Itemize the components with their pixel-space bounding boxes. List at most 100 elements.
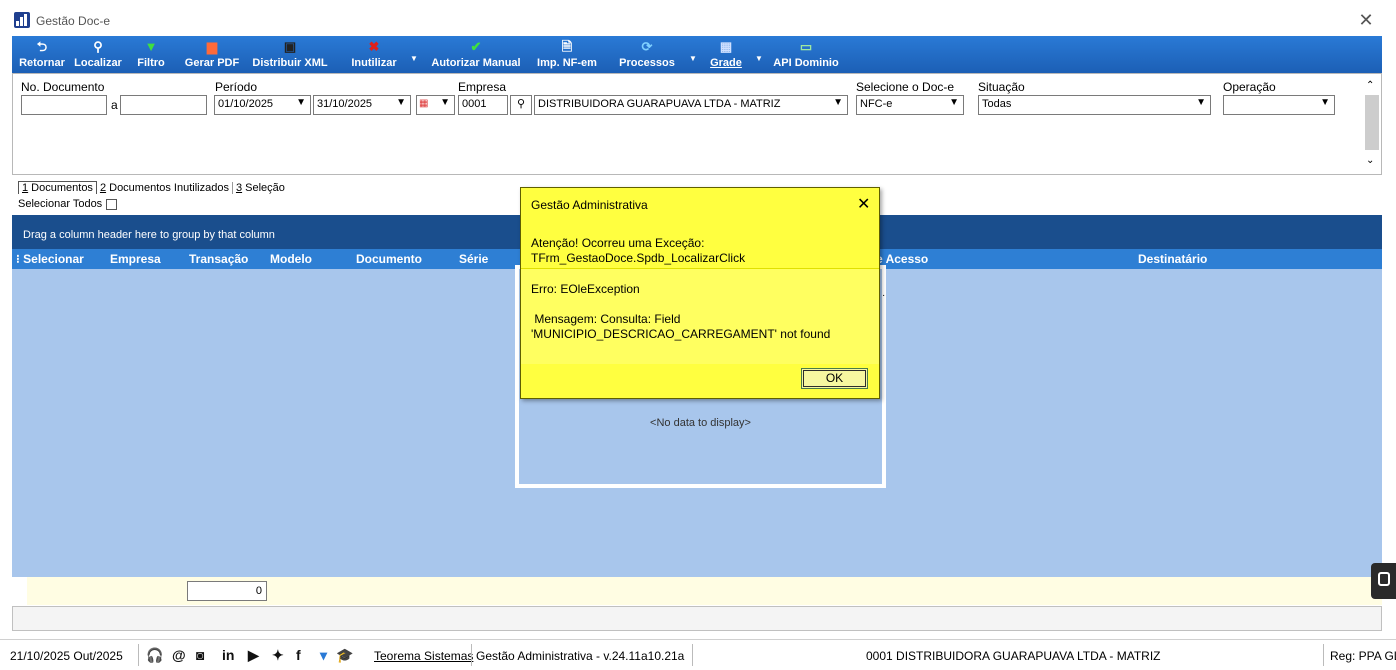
minus-icon: [1378, 572, 1390, 586]
chevron-down-icon: ▼: [1196, 97, 1206, 108]
periodo-label: Período: [215, 80, 258, 94]
dialog-error-type: Erro: EOleException: [531, 282, 640, 296]
operacao-label: Operação: [1223, 80, 1276, 94]
chevron-down-icon: ▼: [1320, 97, 1330, 108]
empresa-search-button[interactable]: ⚲: [510, 95, 532, 115]
dialog-close-icon[interactable]: ✕: [857, 194, 870, 214]
pdf-icon: ▆: [207, 39, 217, 54]
autorizar-manual-button[interactable]: ✔ Autorizar Manual: [424, 36, 528, 73]
check-icon: ✔: [470, 39, 482, 54]
youtube-icon[interactable]: ▶: [248, 647, 259, 664]
inutilizar-button[interactable]: ✖ Inutilizar: [344, 36, 404, 73]
scroll-up-icon[interactable]: ⌃: [1366, 80, 1374, 91]
calendar-icon: ▦: [419, 98, 429, 109]
no-data-text: <No data to display>: [650, 417, 751, 429]
side-panel-toggle[interactable]: [1371, 563, 1396, 599]
chevron-down-icon: ▼: [296, 97, 306, 108]
linkedin-icon[interactable]: in: [222, 647, 234, 663]
empresa-select[interactable]: DISTRIBUIDORA GUARAPUAVA LTDA - MATRIZ ▼: [534, 95, 848, 115]
teorema-sistemas-link[interactable]: Teorema Sistemas: [374, 649, 473, 663]
processos-dropdown-arrow[interactable]: ▼: [689, 54, 697, 63]
no-documento-label: No. Documento: [21, 80, 105, 94]
teorema-logo-icon: ▾: [320, 647, 328, 663]
status-version: Gestão Administrativa - v.24.11a10.21a: [476, 649, 685, 663]
status-panel: [12, 606, 1382, 631]
calendar-picker[interactable]: ▦ ▼: [416, 95, 455, 115]
red-x-icon: ✖: [368, 39, 380, 54]
app-chart-icon: [14, 12, 30, 28]
no-documento-to-input[interactable]: [120, 95, 207, 115]
select-all[interactable]: Selecionar Todos: [18, 198, 118, 210]
empresa-code-input[interactable]: 0001: [458, 95, 508, 115]
localizar-button[interactable]: ⚲ Localizar: [68, 36, 128, 73]
filtro-button[interactable]: ▼ Filtro: [128, 36, 174, 73]
chevron-down-icon: ▼: [833, 97, 843, 108]
operacao-select[interactable]: ▼: [1223, 95, 1335, 115]
grade-dropdown-arrow[interactable]: ▼: [755, 54, 763, 63]
facebook-icon[interactable]: f: [296, 647, 301, 663]
cycle-icon: ⟳: [641, 39, 653, 54]
grid-icon: ▦: [719, 39, 733, 54]
tab-documentos[interactable]: 1 Documentos: [18, 181, 97, 194]
range-separator: a: [111, 98, 118, 112]
api-icon: ▭: [799, 39, 813, 54]
col-modelo[interactable]: Modelo: [270, 252, 312, 266]
dialog-detail-panel: Erro: EOleException Mensagem: Consulta: …: [521, 268, 879, 364]
no-documento-from-input[interactable]: [21, 95, 107, 115]
toolbar: ⮌ Retornar ⚲ Localizar ▼ Filtro ▆ Gerar PDF …: [12, 36, 1382, 73]
return-arrow-icon: ⮌: [36, 39, 48, 54]
imp-nf-em-button[interactable]: 🗎 Imp. NF-em: [534, 36, 600, 73]
distribuir-xml-button[interactable]: ▣ Distribuir XML: [250, 36, 330, 73]
search-icon: ⚲: [93, 39, 103, 54]
error-dialog: Gestão Administrativa ✕ Atenção! Ocorreu…: [520, 187, 880, 399]
col-selecionar[interactable]: ⁝ Selecionar: [16, 252, 84, 266]
col-empresa[interactable]: Empresa: [110, 252, 161, 266]
gerar-pdf-button[interactable]: ▆ Gerar PDF: [178, 36, 246, 73]
window-title-bar: [0, 0, 1396, 36]
email-at-icon[interactable]: @: [172, 647, 186, 663]
save-disk-icon: ▣: [283, 39, 297, 54]
tab-selecao[interactable]: 3 Seleção: [233, 182, 288, 194]
grid-total-count: 0: [187, 581, 267, 601]
doc-e-label: Selecione o Doc-e: [856, 80, 955, 94]
select-all-checkbox[interactable]: [106, 198, 118, 210]
col-destinatario[interactable]: Destinatário: [1138, 252, 1207, 266]
document-icon: 🗎: [561, 39, 573, 54]
scroll-down-icon[interactable]: ⌄: [1366, 155, 1374, 166]
periodo-from-select[interactable]: 01/10/2025 ▼: [214, 95, 311, 115]
doc-e-select[interactable]: NFC-e ▼: [856, 95, 964, 115]
status-bar: 21/10/2025 Out/2025 🎧 @ ◙ in ▶ ✦ f ▾ 🎓 T…: [0, 639, 1396, 670]
col-transacao[interactable]: Transação: [189, 252, 248, 266]
situacao-select[interactable]: Todas ▼: [978, 95, 1211, 115]
mouse-cursor: ·: [882, 290, 886, 301]
status-company: 0001 DISTRIBUIDORA GUARAPUAVA LTDA - MAT…: [866, 649, 1161, 663]
search-icon: ⚲: [516, 98, 526, 110]
window-title: Gestão Doc-e: [36, 14, 111, 28]
graduation-cap-icon[interactable]: 🎓: [336, 647, 353, 664]
inutilizar-dropdown-arrow[interactable]: ▼: [410, 54, 418, 63]
col-serie[interactable]: Série: [459, 252, 488, 266]
periodo-to-select[interactable]: 31/10/2025 ▼: [313, 95, 411, 115]
twitter-icon[interactable]: ✦: [272, 647, 284, 664]
situacao-label: Situação: [978, 80, 1025, 94]
window-close-icon[interactable]: ✕: [1356, 10, 1376, 31]
tab-strip: 1 Documentos 2 Documentos Inutilizados 3 S…: [18, 181, 288, 194]
retornar-button[interactable]: ⮌ Retornar: [14, 36, 70, 73]
api-dominio-button[interactable]: ▭ API Dominio: [768, 36, 844, 73]
grade-button[interactable]: ▦ Grade: [706, 36, 746, 73]
dialog-title: Gestão Administrativa: [531, 198, 648, 212]
ok-button[interactable]: OK: [801, 368, 868, 389]
filter-scrollbar-thumb[interactable]: [1365, 95, 1379, 150]
status-reg: Reg: PPA GL: [1330, 649, 1396, 663]
status-date: 21/10/2025 Out/2025: [10, 649, 123, 663]
col-documento[interactable]: Documento: [356, 252, 422, 266]
col-chave-acesso[interactable]: e Acesso: [876, 252, 928, 266]
processos-button[interactable]: ⟳ Processos: [616, 36, 678, 73]
dialog-exception-text: Atenção! Ocorreu uma Exceção: TFrm_Gesta…: [531, 236, 746, 265]
headset-icon[interactable]: 🎧: [146, 647, 163, 664]
instagram-icon[interactable]: ◙: [196, 647, 204, 663]
chevron-down-icon: ▼: [440, 97, 450, 108]
dialog-error-message: Mensagem: Consulta: Field 'MUNICIPIO_DES…: [531, 312, 831, 341]
filter-funnel-icon: ▼: [144, 39, 158, 54]
tab-documentos-inutilizados[interactable]: 2 Documentos Inutilizados: [97, 182, 233, 194]
